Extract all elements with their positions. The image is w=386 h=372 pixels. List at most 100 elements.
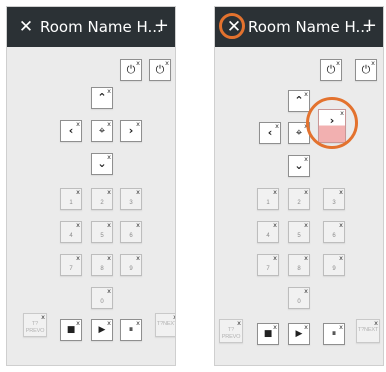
key-label: 9 — [332, 266, 336, 272]
dpad-up-button[interactable]: ⌃ x — [91, 87, 113, 109]
remove-mark[interactable]: x — [136, 255, 140, 262]
dpad-center-button[interactable]: ⌖ x — [91, 120, 113, 142]
key-label: 2 — [297, 200, 301, 206]
remove-mark[interactable]: x — [136, 121, 140, 128]
remove-mark[interactable]: x — [107, 255, 111, 262]
keypad-button-9[interactable]: 9x — [120, 254, 142, 276]
remove-mark[interactable]: x — [76, 222, 80, 229]
play-button[interactable]: ▶ x — [91, 319, 113, 341]
remove-mark[interactable]: x — [371, 60, 375, 67]
remove-mark[interactable]: x — [136, 222, 140, 229]
keypad-button-8[interactable]: 8x — [91, 254, 113, 276]
remove-mark[interactable]: x — [76, 255, 80, 262]
remove-mark[interactable]: x — [273, 189, 277, 196]
remove-mark[interactable]: x — [107, 320, 111, 327]
keypad-button-3[interactable]: 3x — [120, 188, 142, 210]
remove-mark[interactable]: x — [339, 222, 343, 229]
remove-mark[interactable]: x — [273, 324, 277, 331]
keypad-button-1[interactable]: 1x — [60, 188, 82, 210]
key-label: 9 — [129, 266, 133, 272]
key-label: 6 — [332, 233, 336, 239]
keypad-button-2[interactable]: 2x — [288, 188, 310, 210]
close-button[interactable]: ✕ — [16, 17, 36, 37]
add-button[interactable]: + — [154, 16, 169, 36]
remove-mark[interactable]: x — [339, 255, 343, 262]
power-button-2[interactable]: ⏻ x — [355, 59, 377, 81]
remove-mark[interactable]: x — [339, 324, 343, 331]
keypad-button-9[interactable]: 9x — [323, 254, 345, 276]
stop-button[interactable]: ■ x — [60, 319, 82, 341]
remove-mark[interactable]: x — [76, 189, 80, 196]
remove-mark[interactable]: x — [304, 222, 308, 229]
key-label: 3 — [129, 200, 133, 206]
next-button[interactable]: T?NEXTx — [356, 319, 380, 343]
keypad-button-4[interactable]: 4x — [60, 221, 82, 243]
remove-mark[interactable]: x — [136, 189, 140, 196]
remove-mark[interactable]: x — [107, 88, 111, 95]
remove-mark[interactable]: x — [304, 324, 308, 331]
remove-mark[interactable]: x — [107, 222, 111, 229]
key-label: 6 — [129, 233, 133, 239]
remove-mark[interactable]: x — [107, 121, 111, 128]
key-label: 2 — [100, 200, 104, 206]
remove-mark[interactable]: x — [339, 189, 343, 196]
keypad-button-5[interactable]: 5x — [91, 221, 113, 243]
close-highlight-ring — [219, 13, 245, 39]
dpad-down-button[interactable]: ⌄ x — [91, 153, 113, 175]
remove-mark[interactable]: x — [336, 60, 340, 67]
remove-mark[interactable]: x — [107, 288, 111, 295]
dpad-down-button[interactable]: ⌄ x — [288, 155, 310, 177]
remove-mark[interactable]: x — [304, 288, 308, 295]
keypad-button-7[interactable]: 7x — [60, 254, 82, 276]
remove-mark[interactable]: x — [136, 60, 140, 67]
remove-mark[interactable]: x — [173, 314, 175, 321]
remove-mark[interactable]: x — [76, 320, 80, 327]
play-button[interactable]: ▶ x — [288, 323, 310, 345]
remove-mark[interactable]: x — [136, 320, 140, 327]
dpad-left-button[interactable]: ‹ x — [259, 122, 281, 144]
keypad-button-0[interactable]: 0x — [288, 287, 310, 309]
keypad-button-6[interactable]: 6x — [323, 221, 345, 243]
key-label: 8 — [297, 266, 301, 272]
keypad-button-7[interactable]: 7x — [257, 254, 279, 276]
remove-mark[interactable]: x — [304, 91, 308, 98]
key-label: 7 — [69, 266, 73, 272]
dpad-right-button[interactable]: › x — [120, 120, 142, 142]
remove-mark[interactable]: x — [273, 222, 277, 229]
next-label: T?NEXT — [357, 327, 379, 333]
previous-button[interactable]: T?PREVO x — [23, 313, 47, 337]
remove-mark[interactable]: x — [41, 314, 45, 321]
keypad-button-2[interactable]: 2x — [91, 188, 113, 210]
title-bar: ✕ Room Name H... + — [7, 7, 175, 47]
stop-button[interactable]: ■ x — [257, 323, 279, 345]
keypad-button-5[interactable]: 5x — [288, 221, 310, 243]
remove-mark[interactable]: x — [237, 320, 241, 327]
power-button-2[interactable]: ⏻ x — [149, 59, 171, 81]
pause-button[interactable]: ⏸ x — [323, 323, 345, 345]
keypad-button-6[interactable]: 6x — [120, 221, 142, 243]
remote-panel-before: ✕ Room Name H... + ⏻ x ⏻ x ⌃ x ‹ x ⌖ x ›… — [6, 6, 176, 366]
remove-mark[interactable]: x — [304, 255, 308, 262]
remove-mark[interactable]: x — [304, 189, 308, 196]
pause-button[interactable]: ⏸ x — [120, 319, 142, 341]
previous-button[interactable]: T?PREVO x — [219, 319, 243, 343]
keypad-button-1[interactable]: 1x — [257, 188, 279, 210]
remove-mark[interactable]: x — [107, 154, 111, 161]
dpad-left-button[interactable]: ‹ x — [60, 120, 82, 142]
next-button[interactable]: T?NEXTx — [155, 313, 175, 337]
remove-mark[interactable]: x — [275, 123, 279, 130]
keypad-button-4[interactable]: 4x — [257, 221, 279, 243]
keypad-button-0[interactable]: 0x — [91, 287, 113, 309]
keypad-button-8[interactable]: 8x — [288, 254, 310, 276]
remove-mark[interactable]: x — [107, 189, 111, 196]
remove-mark[interactable]: x — [304, 156, 308, 163]
remove-mark[interactable]: x — [273, 255, 277, 262]
remove-mark[interactable]: x — [76, 121, 80, 128]
keypad-button-3[interactable]: 3x — [323, 188, 345, 210]
dpad-up-button[interactable]: ⌃ x — [288, 90, 310, 112]
power-button-1[interactable]: ⏻ x — [320, 59, 342, 81]
add-button[interactable]: + — [362, 16, 377, 36]
remove-mark[interactable]: x — [374, 320, 378, 327]
power-button-1[interactable]: ⏻ x — [120, 59, 142, 81]
remove-mark[interactable]: x — [165, 60, 169, 67]
